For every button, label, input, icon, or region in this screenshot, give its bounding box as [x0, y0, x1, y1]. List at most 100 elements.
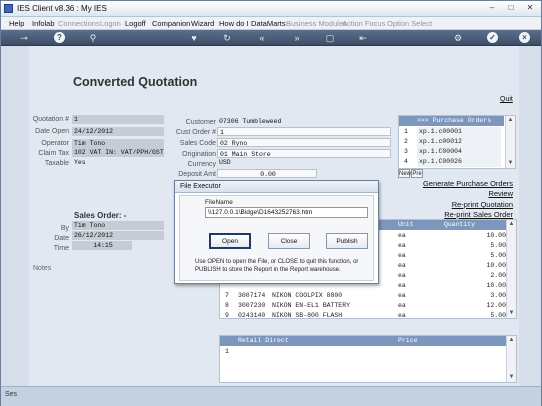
fast-forward-icon[interactable]: »: [291, 32, 303, 44]
date-open-field: 24/12/2012: [72, 127, 164, 136]
customer-label: Customer: [185, 119, 216, 126]
purchase-orders-list: >>> Purchase Orders 1 xp.1.c00001 2 xp.1.c…: [398, 115, 516, 169]
menu-logon[interactable]: Logon: [100, 19, 121, 28]
left-panel-strip: [1, 46, 29, 386]
pre-po-button[interactable]: Pre: [411, 169, 423, 178]
menu-bar: Help Infolab Connections Logon Logoff Co…: [1, 17, 541, 30]
price-column-header: Price: [398, 337, 418, 344]
time-label: Time: [53, 245, 69, 252]
quotation-label: Quotation #: [32, 116, 69, 123]
first-icon[interactable]: ⇤: [357, 32, 369, 44]
quit-link[interactable]: Quit: [500, 96, 513, 103]
file-executor-dialog: File Executor FileName \\127.0.0.1\Bidge…: [174, 180, 379, 284]
menu-help[interactable]: Help: [9, 19, 24, 28]
retail-scrollbar[interactable]: ▲ ▼: [506, 336, 516, 382]
window-title: IES Client v8.36 : My IES: [17, 4, 107, 13]
new-po-button[interactable]: New: [398, 169, 411, 178]
date-open-label: Date Open: [35, 128, 69, 135]
status-bar: Ses: [1, 386, 541, 406]
sales-code-field[interactable]: 02 Ryno: [217, 138, 391, 147]
operator-label: Operator: [41, 140, 69, 147]
list-item[interactable]: 1 xp.1.c00001: [399, 127, 504, 137]
table-row[interactable]: 1: [220, 347, 508, 357]
scroll-down-icon[interactable]: ▼: [506, 159, 515, 168]
table-row[interactable]: 8 3007230 NIKON EN-EL1 BATTERY ea 12.00: [220, 301, 508, 311]
menu-wizard[interactable]: Wizard: [191, 19, 214, 28]
time-field: 14:15: [72, 241, 132, 250]
sales-order-title: Sales Order: -: [74, 211, 127, 220]
stop-icon[interactable]: ▢: [324, 32, 336, 44]
filename-label: FileName: [205, 199, 233, 206]
menu-connections[interactable]: Connections: [58, 19, 100, 28]
list-item[interactable]: 4 xp.1.C00026: [399, 157, 504, 167]
list-item[interactable]: 3 xp.1.C00004: [399, 147, 504, 157]
lines-scrollbar[interactable]: ▲ ▼: [506, 220, 516, 318]
menu-business-modules[interactable]: Business Modules: [286, 19, 347, 28]
key-icon[interactable]: ⊸: [15, 32, 33, 44]
deposit-label: Deposit Amt: [178, 171, 216, 178]
status-text: Ses: [5, 391, 18, 398]
reprint-quotation-link[interactable]: Re-print Quotation: [401, 200, 513, 209]
retail-direct-column-header: Retail Direct: [238, 337, 289, 344]
scroll-down-icon[interactable]: ▼: [507, 309, 516, 318]
scroll-up-icon[interactable]: ▲: [507, 336, 516, 345]
menu-action-focus[interactable]: Action Focus: [342, 19, 385, 28]
title-bar: IES Client v8.36 : My IES – □ ✕: [1, 1, 541, 17]
deposit-field[interactable]: 0.00: [217, 169, 317, 178]
claim-tax-field: 102 VAT IN: VAT/PPH/GST/C: [72, 148, 164, 157]
quantity-column-header: Quantity: [444, 221, 476, 228]
scroll-up-icon[interactable]: ▲: [507, 220, 516, 229]
review-link[interactable]: Review: [401, 189, 513, 198]
page-title: Converted Quotation: [73, 75, 198, 89]
operator-field: Tim Tono: [72, 139, 164, 148]
minimize-button[interactable]: –: [485, 3, 499, 14]
claim-tax-label: Claim Tax: [38, 150, 69, 157]
right-panel-strip: [519, 46, 541, 386]
close-icon[interactable]: ×: [519, 32, 530, 43]
app-window: IES Client v8.36 : My IES – □ ✕ Help Inf…: [0, 0, 542, 406]
search-icon[interactable]: ⚲: [87, 32, 99, 44]
sales-code-label: Sales Code: [179, 140, 216, 147]
filename-input[interactable]: \\127.0.0.1\Bidge\D1643252763.htm: [205, 207, 368, 218]
close-button[interactable]: Close: [268, 233, 310, 249]
gear-icon[interactable]: ⚙: [452, 32, 464, 44]
unit-column-header: Unit: [398, 221, 414, 228]
date-field: 26/12/2012: [72, 231, 164, 240]
maximize-button[interactable]: □: [504, 3, 518, 14]
currency-label: Currency: [187, 161, 216, 168]
taxable-value: Yes: [74, 159, 86, 166]
menu-option-select[interactable]: Option Select: [387, 19, 432, 28]
open-button[interactable]: Open: [209, 233, 251, 249]
table-row[interactable]: 9 0243140 NIKON SB-800 FLASH ea 5.00: [220, 311, 508, 319]
generate-po-link[interactable]: Generate Purchase Orders: [401, 179, 513, 188]
menu-datamarts[interactable]: DataMarts: [251, 19, 286, 28]
app-icon: [4, 4, 13, 13]
menu-how-do-i[interactable]: How do I: [219, 19, 249, 28]
check-icon[interactable]: ✓: [487, 32, 498, 43]
po-scrollbar[interactable]: ▲ ▼: [505, 116, 515, 168]
retail-direct-grid: Retail Direct Price 1 ▲ ▼: [219, 335, 517, 383]
refresh-icon[interactable]: ↻: [221, 32, 233, 44]
purchase-orders-header: >>> Purchase Orders: [399, 116, 504, 126]
dialog-instructions: Use OPEN to open the File, or CLOSE to q…: [195, 259, 359, 273]
menu-logoff[interactable]: Logoff: [125, 19, 146, 28]
menu-infolab[interactable]: Infolab: [32, 19, 55, 28]
reprint-sales-order-link[interactable]: Re-print Sales Order: [401, 210, 513, 219]
retail-header: Retail Direct Price: [220, 336, 508, 346]
notes-label: Notes: [33, 265, 52, 272]
menu-companion[interactable]: Companion: [152, 19, 190, 28]
by-field: Tim Tono: [72, 221, 164, 230]
toolbar: ⊸ ? ⚲ ♥ ↻ « » ▢ ⇤ ⚙ ✓ ×: [1, 30, 541, 46]
table-row[interactable]: 7 3007174 NIKON COOLPIX 8800 ea 3.00: [220, 291, 508, 301]
close-window-button[interactable]: ✕: [523, 3, 537, 14]
origination-field[interactable]: 01 Main Store: [217, 149, 391, 158]
heart-icon[interactable]: ♥: [188, 32, 200, 44]
list-item[interactable]: 2 xp.1.c00012: [399, 137, 504, 147]
publish-button[interactable]: Publish: [326, 233, 368, 249]
scroll-up-icon[interactable]: ▲: [506, 116, 515, 125]
scroll-down-icon[interactable]: ▼: [507, 373, 516, 382]
currency-value: USD: [219, 159, 231, 166]
help-icon[interactable]: ?: [54, 32, 65, 43]
rewind-icon[interactable]: «: [256, 32, 268, 44]
cust-order-field[interactable]: 1: [217, 127, 391, 136]
